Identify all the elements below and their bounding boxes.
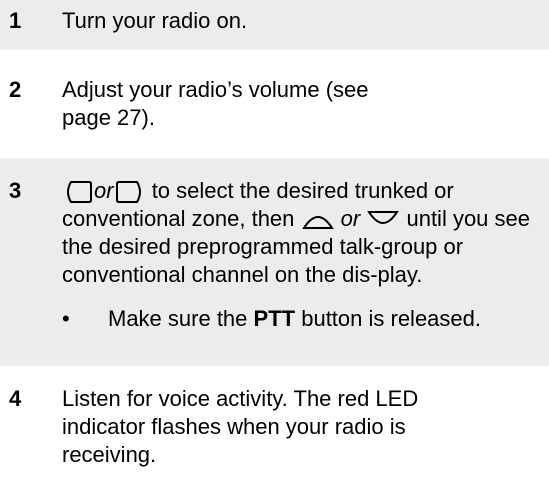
or-text-2: or xyxy=(340,206,361,231)
step-4: 4 Listen for voice activity. The red LED… xyxy=(0,366,549,478)
step-2-number: 2 xyxy=(9,77,22,102)
step-2: 2 Adjust your radio’s volume (see page 2… xyxy=(0,50,549,158)
step-1: 1 Turn your radio on. xyxy=(0,0,549,50)
step-3-number: 3 xyxy=(9,178,22,203)
step-4-text: Listen for voice activity. The red LED i… xyxy=(62,386,419,467)
step-2-text: Adjust your radio’s volume (see page 27)… xyxy=(62,77,369,130)
step-1-number: 1 xyxy=(9,8,22,33)
step-3: 3 or to select the desired trunked or co… xyxy=(0,158,549,366)
step-3-body: or to select the desired trunked or conv… xyxy=(62,158,543,333)
step-1-text: Turn your radio on. xyxy=(62,8,248,33)
bullet-text-after: button is released. xyxy=(301,306,481,331)
down-arrow-button-icon xyxy=(367,208,400,232)
up-arrow-button-icon xyxy=(301,208,334,232)
ptt-label: PTT xyxy=(253,306,296,331)
or-text-1: or xyxy=(94,178,114,203)
step-4-number: 4 xyxy=(9,386,22,411)
steps-list: 1 Turn your radio on. 2 Adjust your radi… xyxy=(0,0,549,478)
bullet-mark: • xyxy=(62,306,70,331)
bullet-text-before: Make sure the xyxy=(108,306,248,331)
left-arrow-button-icon xyxy=(63,180,93,204)
step-3-bullet: • Make sure the PTT button is released. xyxy=(62,305,543,333)
right-arrow-button-icon xyxy=(115,180,145,204)
